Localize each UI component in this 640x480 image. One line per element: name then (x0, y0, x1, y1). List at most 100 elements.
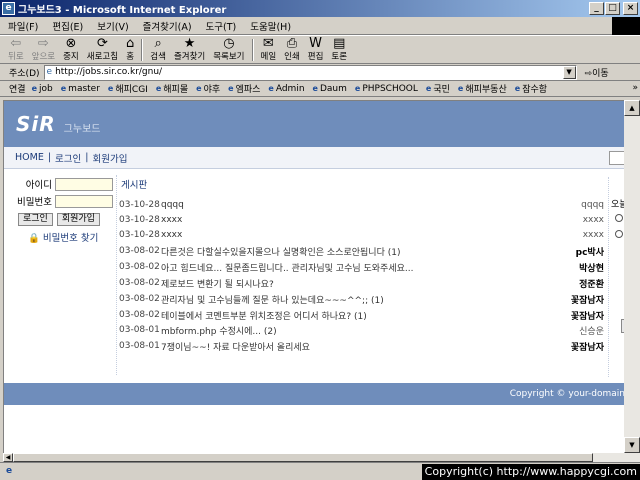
ie-page-icon: e (514, 84, 521, 93)
discuss-button[interactable]: ▤ 토론 (327, 36, 351, 63)
address-input[interactable]: e http://jobs.sir.co.kr/gnu/ ▼ (43, 64, 577, 80)
post-author[interactable]: qqqq (581, 200, 604, 210)
go-button[interactable]: ⇨이동 (585, 66, 609, 79)
table-row[interactable]: 03-08-02 테이블에서 코멘트부분 위치조정은 어디서 하나요? (1) … (119, 307, 604, 323)
post-subject-link[interactable]: 다른것은 다할실수있을지몰으나 실명확인은 소스로안됩니다 (1) (161, 245, 521, 258)
maximize-button[interactable]: □ (605, 2, 620, 15)
post-subject-link[interactable]: 관리자님 및 고수님들께 질문 하나 있는데요~~~^^;; (1) (161, 293, 521, 306)
ie-app-icon[interactable]: e (2, 2, 15, 15)
scroll-left-button[interactable]: ◀ (3, 453, 13, 462)
post-author[interactable]: 신승운 (579, 324, 604, 337)
find-password-link[interactable]: 🔒 비밀번호 찾기 (28, 230, 98, 244)
link-item[interactable]: e 해피CGI (108, 82, 148, 95)
nav-login-link[interactable]: 로그인 (55, 151, 81, 165)
mail-button[interactable]: ✉ 메일 (257, 36, 281, 63)
login-id-row: 아이디 (4, 177, 113, 191)
address-url[interactable]: http://jobs.sir.co.kr/gnu/ (55, 67, 162, 77)
table-row[interactable]: 03-08-01 mbform.php 수정시에... (2) 신승운 (119, 322, 604, 338)
link-item[interactable]: e 해피몰 (156, 82, 188, 95)
post-author[interactable]: 꽃잠남자 (571, 293, 604, 306)
link-item[interactable]: e 국민 (426, 82, 450, 95)
post-date: 03-08-01 (119, 325, 160, 335)
link-item[interactable]: e Admin (268, 84, 304, 94)
menu-favorites[interactable]: 즐겨찾기(A) (143, 19, 192, 33)
nav-home-link[interactable]: HOME (15, 152, 44, 163)
search-button[interactable]: ⌕ 검색 (146, 36, 170, 63)
site-logo[interactable]: SiR (16, 112, 56, 136)
post-author[interactable]: 정준환 (579, 277, 604, 290)
table-row[interactable]: 03-08-02 제로보드 변환기 될 되시나요? 정준환 (119, 275, 604, 291)
post-subject-link[interactable]: 테이블에서 코멘트부분 위치조정은 어디서 하나요? (1) (161, 309, 521, 322)
table-row[interactable]: 03-08-01 7쟁이님~~! 자료 다운받아서 올리세요 꽃잠남자 (119, 338, 604, 354)
link-item[interactable]: e 엠파스 (228, 82, 260, 95)
link-item[interactable]: e PHPSCHOOL (355, 84, 418, 94)
post-author[interactable]: 박상현 (579, 261, 604, 274)
link-item[interactable]: e 잠수함 (515, 82, 547, 95)
post-subject-link[interactable]: xxxx (161, 215, 521, 225)
print-button[interactable]: ⎙ 인쇄 (280, 36, 304, 63)
nav-join-link[interactable]: 회원가입 (92, 151, 127, 165)
link-item[interactable]: e master (61, 84, 100, 94)
close-button[interactable]: × (623, 2, 638, 15)
post-date: 03-08-01 (119, 341, 160, 351)
post-subject-link[interactable]: 아고 힘드네요... 질문좀드립니다.. 관리자님및 고수님 도와주세요... (161, 261, 521, 274)
home-icon: ⌂ (126, 36, 135, 51)
table-row[interactable]: 03-08-02 관리자님 및 고수님들께 질문 하나 있는데요~~~^^;; … (119, 291, 604, 307)
forward-button[interactable]: ⇨ 앞으로 (28, 36, 59, 63)
post-date: 03-10-28 (119, 230, 160, 240)
scroll-up-button[interactable]: ▲ (624, 100, 640, 116)
horizontal-scroll-thumb[interactable] (13, 453, 593, 462)
table-row[interactable]: 03-10-28 xxxx xxxx (119, 212, 604, 228)
post-subject-link[interactable]: mbform.php 수정시에... (2) (161, 324, 521, 337)
links-label: 연결 (9, 85, 26, 95)
edit-button[interactable]: W 편집 (304, 36, 328, 63)
table-row[interactable]: 03-08-02 다른것은 다할실수있을지몰으나 실명확인은 소스로안됩니다 (… (119, 243, 604, 259)
links-chevron-icon[interactable]: » (632, 83, 638, 93)
home-button[interactable]: ⌂ 홈 (122, 36, 138, 63)
post-author[interactable]: xxxx (583, 215, 604, 225)
poll-radio[interactable] (615, 230, 623, 238)
post-date: 03-08-02 (119, 246, 160, 256)
minimize-button[interactable]: _ (589, 2, 604, 15)
id-input[interactable] (55, 177, 113, 191)
footer-copyright: Copyright © your-domain (509, 389, 624, 399)
post-subject-link[interactable]: qqqq (161, 200, 521, 210)
login-button[interactable]: 로그인 (18, 213, 53, 226)
address-dropdown-button[interactable]: ▼ (562, 65, 576, 79)
menu-file[interactable]: 파일(F) (8, 19, 38, 33)
post-subject-link[interactable]: 7쟁이님~~! 자료 다운받아서 올리세요 (161, 340, 521, 353)
vertical-scrollbar[interactable]: ▲ ▼ (624, 100, 640, 453)
link-item[interactable]: e Daum (313, 84, 347, 94)
refresh-button[interactable]: ⟳ 새로고침 (83, 36, 122, 63)
table-row[interactable]: 03-08-02 아고 힘드네요... 질문좀드립니다.. 관리자님및 고수님 … (119, 259, 604, 275)
toolbar-separator (141, 38, 144, 61)
board-title-link[interactable]: 게시판 (121, 177, 147, 191)
ie-page-icon: e (155, 84, 162, 93)
join-button[interactable]: 회원가입 (56, 213, 100, 226)
poll-radio[interactable] (615, 214, 623, 222)
table-row[interactable]: 03-10-28 xxxx xxxx (119, 227, 604, 243)
forward-arrow-icon: ⇨ (37, 36, 49, 51)
menu-help[interactable]: 도움말(H) (250, 19, 291, 33)
menu-edit[interactable]: 편집(E) (52, 19, 83, 33)
post-subject-link[interactable]: xxxx (161, 230, 521, 240)
favorites-button[interactable]: ★ 즐겨찾기 (170, 36, 209, 63)
link-item[interactable]: e job (32, 84, 53, 94)
post-author[interactable]: pc박사 (576, 245, 604, 258)
menu-tools[interactable]: 도구(T) (206, 19, 237, 33)
history-button[interactable]: ◷ 목록보기 (209, 36, 248, 63)
stop-button[interactable]: ⊗ 중지 (59, 36, 83, 63)
scroll-down-button[interactable]: ▼ (624, 437, 640, 453)
post-author[interactable]: 꽃잠남자 (571, 340, 604, 353)
post-subject-link[interactable]: 제로보드 변환기 될 되시나요? (161, 277, 521, 290)
post-author[interactable]: 꽃잠남자 (571, 309, 604, 322)
menu-view[interactable]: 보기(V) (97, 19, 128, 33)
password-input[interactable] (55, 194, 113, 208)
post-author[interactable]: xxxx (583, 230, 604, 240)
back-button[interactable]: ⇦ 뒤로 (4, 36, 28, 63)
table-row[interactable]: 03-10-28 qqqq qqqq (119, 197, 604, 213)
horizontal-scrollbar[interactable]: ◀ (3, 453, 640, 462)
nav-search-input[interactable] (609, 151, 624, 165)
link-item[interactable]: e 해피부동산 (458, 82, 507, 95)
link-item[interactable]: e 야후 (196, 82, 220, 95)
